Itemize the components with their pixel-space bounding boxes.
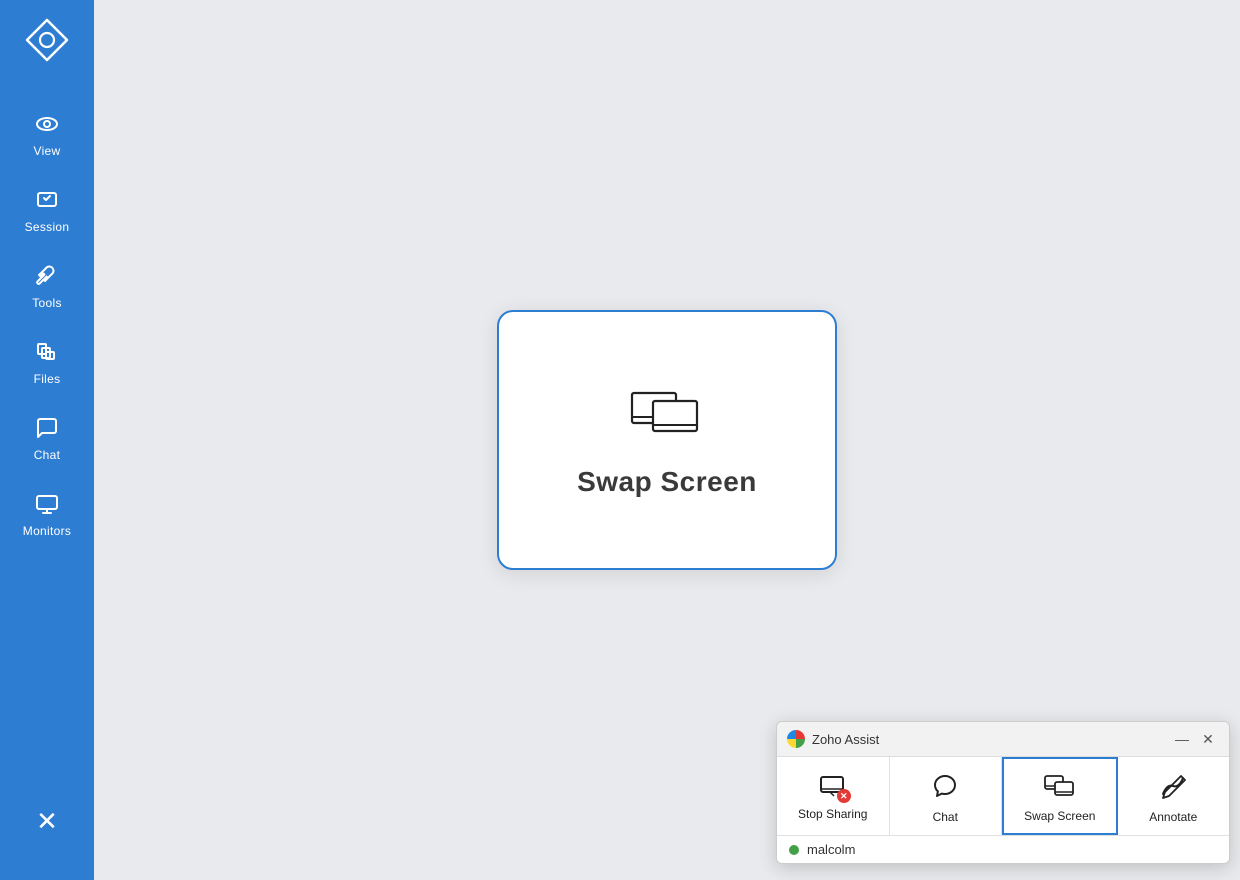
files-icon — [35, 340, 59, 368]
swap-screen-card-icon — [627, 383, 707, 448]
stop-sharing-button[interactable]: ✕ Stop Sharing — [777, 757, 890, 835]
toolbar-chat-label: Chat — [933, 810, 958, 824]
stop-x-mark: ✕ — [837, 789, 851, 803]
tools-icon — [35, 264, 59, 292]
user-status-dot — [789, 845, 799, 855]
chat-icon — [35, 416, 59, 444]
toolbar-swap-icon — [1044, 773, 1076, 803]
toolbar-header-buttons: — ✕ — [1171, 728, 1219, 750]
sidebar-item-session[interactable]: Session — [7, 176, 87, 246]
sidebar-item-session-label: Session — [25, 220, 70, 234]
monitors-icon — [35, 492, 59, 520]
stop-sharing-label: Stop Sharing — [798, 807, 867, 821]
main-area: Swap Screen Zoho Assist — ✕ — [94, 0, 1240, 880]
swap-screen-card[interactable]: Swap Screen — [497, 310, 837, 570]
sidebar-item-tools[interactable]: Tools — [7, 252, 87, 322]
toolbar-chat-button[interactable]: Chat — [890, 757, 1003, 835]
sidebar-item-view-label: View — [34, 144, 61, 158]
toolbar-footer: malcolm — [777, 835, 1229, 863]
toolbar-close-button[interactable]: ✕ — [1197, 728, 1219, 750]
user-name: malcolm — [807, 842, 855, 857]
zoho-logo — [787, 730, 805, 748]
minimize-button[interactable]: — — [1171, 728, 1193, 750]
swap-screen-label: Swap Screen — [577, 466, 757, 498]
sidebar-item-view[interactable]: View — [7, 100, 87, 170]
close-icon: ✕ — [36, 808, 58, 834]
view-icon — [35, 112, 59, 140]
close-button[interactable]: ✕ — [7, 796, 87, 850]
toolbar-title: Zoho Assist — [812, 732, 879, 747]
sidebar-item-files-label: Files — [34, 372, 61, 386]
zoho-toolbar-header: Zoho Assist — ✕ — [777, 722, 1229, 757]
toolbar-title-area: Zoho Assist — [787, 730, 879, 748]
annotate-icon — [1159, 772, 1187, 804]
toolbar-swap-screen-button[interactable]: Swap Screen — [1002, 757, 1118, 835]
app-logo — [17, 10, 77, 70]
sidebar-item-chat[interactable]: Chat — [7, 404, 87, 474]
zoho-toolbar: Zoho Assist — ✕ — [776, 721, 1230, 864]
sidebar-item-tools-label: Tools — [32, 296, 62, 310]
sidebar-item-chat-label: Chat — [34, 448, 61, 462]
toolbar-swap-screen-label: Swap Screen — [1024, 809, 1095, 823]
session-icon — [35, 188, 59, 216]
sidebar: View Session Tools Files — [0, 0, 94, 880]
toolbar-chat-icon — [931, 772, 959, 804]
toolbar-buttons-row: ✕ Stop Sharing Chat — [777, 757, 1229, 835]
sidebar-item-files[interactable]: Files — [7, 328, 87, 398]
annotate-label: Annotate — [1149, 810, 1197, 824]
annotate-button[interactable]: Annotate — [1118, 757, 1230, 835]
stop-sharing-icon: ✕ — [819, 775, 847, 801]
sidebar-item-monitors-label: Monitors — [23, 524, 71, 538]
sidebar-item-monitors[interactable]: Monitors — [7, 480, 87, 550]
